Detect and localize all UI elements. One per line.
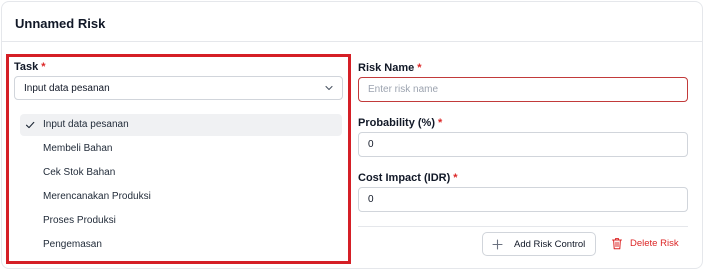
risk-name-label: Risk Name * <box>358 62 422 74</box>
card-header: Unnamed Risk <box>2 2 702 42</box>
cost-impact-label: Cost Impact (IDR) * <box>358 172 458 184</box>
probability-label-text: Probability (%) <box>358 117 436 129</box>
probability-input[interactable] <box>358 132 688 157</box>
card-title: Unnamed Risk <box>15 16 106 31</box>
required-mark: * <box>438 117 443 129</box>
plus-icon <box>492 239 503 250</box>
highlight-box <box>6 54 351 264</box>
risk-name-label-text: Risk Name <box>358 62 415 74</box>
add-risk-control-button[interactable]: Add Risk Control <box>482 232 596 256</box>
cost-impact-input[interactable] <box>358 187 688 212</box>
cost-impact-label-text: Cost Impact (IDR) <box>358 172 451 184</box>
required-mark: * <box>417 62 422 74</box>
add-risk-control-label: Add Risk Control <box>514 239 586 250</box>
trash-icon <box>612 238 622 250</box>
delete-risk-button[interactable]: Delete Risk <box>608 232 688 256</box>
probability-label: Probability (%) * <box>358 117 442 129</box>
risk-name-input[interactable] <box>358 77 688 102</box>
delete-risk-label: Delete Risk <box>630 238 679 249</box>
divider <box>358 226 688 227</box>
required-mark: * <box>453 172 458 184</box>
